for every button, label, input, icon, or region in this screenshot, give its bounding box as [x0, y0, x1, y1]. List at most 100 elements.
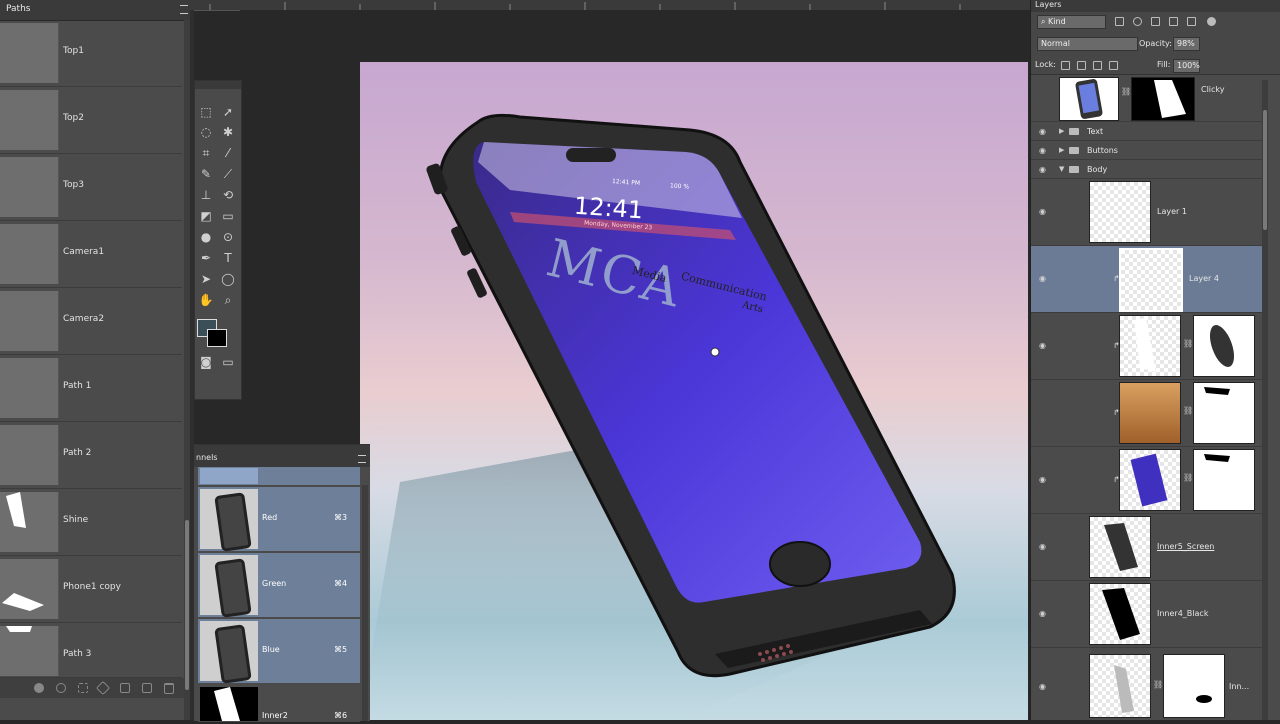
path-item-top3[interactable]: Top3 — [0, 154, 182, 221]
screen-mode-icon[interactable]: ▭ — [219, 353, 237, 371]
blend-mode-select[interactable]: Normal — [1037, 37, 1138, 51]
shape-tool-icon[interactable]: ◯ — [219, 270, 237, 288]
layers-tab[interactable]: Layers — [1035, 0, 1061, 9]
new-path-icon[interactable] — [142, 683, 152, 693]
type-tool-icon[interactable]: T — [219, 249, 237, 267]
layers-scrollbar[interactable] — [1262, 80, 1268, 720]
panel-menu-icon[interactable] — [358, 455, 366, 463]
move-tool-icon[interactable]: ➚ — [219, 103, 237, 121]
filter-adjustment-icon[interactable] — [1133, 17, 1142, 26]
path-item-path1[interactable]: Path 1 — [0, 355, 182, 422]
layer-row-layer4[interactable]: ◉ ↱ Layer 4 — [1031, 246, 1263, 313]
link-icon[interactable]: ⛓ — [1153, 680, 1163, 689]
visibility-eye-icon[interactable]: ◉ — [1039, 542, 1049, 551]
document-canvas[interactable]: 12:41 PM 100 % 12:41 Monday, November 23… — [360, 62, 1028, 720]
crop-tool-icon[interactable]: ⌗ — [197, 144, 215, 162]
load-selection-icon[interactable] — [78, 683, 88, 693]
clone-stamp-icon[interactable]: ⊥ — [197, 186, 215, 204]
filter-pixel-icon[interactable] — [1115, 17, 1124, 26]
opacity-input[interactable]: 98% — [1173, 37, 1200, 51]
trash-icon[interactable] — [164, 683, 174, 694]
collapse-triangle-icon[interactable]: ▼ — [1059, 165, 1064, 173]
channel-row-composite[interactable] — [198, 467, 360, 486]
visibility-eye-icon[interactable]: ◉ — [1039, 682, 1049, 691]
visibility-eye-icon[interactable]: ◉ — [1039, 609, 1049, 618]
make-path-icon[interactable] — [95, 680, 111, 696]
layer-row-layer1[interactable]: ◉ Layer 1 — [1031, 179, 1263, 246]
layer-row-masked-2[interactable]: ↱ ⛓ — [1031, 380, 1263, 447]
path-item-camera2[interactable]: Camera2 — [0, 288, 182, 355]
background-color-swatch[interactable] — [207, 329, 227, 347]
panel-menu-icon[interactable] — [180, 5, 188, 14]
expand-triangle-icon[interactable]: ▶ — [1059, 146, 1064, 154]
blur-tool-icon[interactable]: ● — [197, 228, 215, 246]
gradient-tool-icon[interactable]: ▭ — [219, 207, 237, 225]
lock-transparency-icon[interactable] — [1061, 61, 1070, 70]
channel-row-inner2[interactable]: Inner2 ⌘6 — [198, 685, 360, 722]
visibility-eye-icon[interactable]: ◉ — [1039, 207, 1049, 216]
path-item-path2[interactable]: Path 2 — [0, 422, 182, 489]
visibility-eye-icon[interactable]: ◉ — [1039, 165, 1049, 174]
magic-wand-icon[interactable]: ✱ — [219, 123, 237, 141]
expand-triangle-icon[interactable]: ▶ — [1059, 127, 1064, 135]
lock-all-icon[interactable] — [1109, 61, 1118, 70]
quick-mask-icon[interactable]: ◙ — [197, 353, 215, 371]
channels-tab[interactable]: nnels — [194, 453, 219, 462]
scroll-thumb[interactable] — [185, 520, 189, 690]
layer-row-clicky[interactable]: ⛓ Clicky — [1031, 75, 1263, 122]
marquee-tool-icon[interactable]: ⬚ — [197, 103, 215, 121]
layer-row-masked-3[interactable]: ◉ ↱ ⛓ — [1031, 447, 1263, 514]
path-item-camera1[interactable]: Camera1 — [0, 221, 182, 288]
visibility-eye-icon[interactable]: ◉ — [1039, 341, 1049, 350]
link-icon[interactable]: ⛓ — [1183, 339, 1193, 348]
stroke-path-icon[interactable] — [56, 683, 66, 693]
lock-pixels-icon[interactable] — [1077, 61, 1086, 70]
healing-brush-icon[interactable]: ✎ — [197, 165, 215, 183]
filter-type-icon[interactable] — [1151, 17, 1160, 26]
channel-row-blue[interactable]: Blue ⌘5 — [198, 619, 360, 684]
visibility-eye-icon[interactable]: ◉ — [1039, 475, 1049, 484]
path-selection-icon[interactable]: ➤ — [197, 270, 215, 288]
eraser-tool-icon[interactable]: ◩ — [197, 207, 215, 225]
path-item-top1[interactable]: Top1 — [0, 20, 182, 87]
filter-toggle-icon[interactable] — [1207, 17, 1216, 26]
visibility-eye-icon[interactable]: ◉ — [1039, 274, 1049, 283]
eyedropper-icon[interactable]: ⁄ — [219, 144, 237, 162]
fill-path-icon[interactable] — [34, 683, 44, 693]
link-icon[interactable]: ⛓ — [1121, 87, 1131, 96]
visibility-eye-icon[interactable]: ◉ — [1039, 127, 1049, 136]
scroll-thumb[interactable] — [1263, 110, 1267, 230]
dodge-tool-icon[interactable]: ⊙ — [219, 228, 237, 246]
link-icon[interactable]: ⛓ — [1183, 406, 1193, 415]
tools-grip[interactable] — [195, 81, 241, 89]
layer-row-masked-1[interactable]: ◉ ↱ ⛓ — [1031, 313, 1263, 380]
zoom-tool-icon[interactable]: ⌕ — [219, 291, 237, 309]
layer-group-body[interactable]: ◉ ▼ Body — [1031, 160, 1263, 179]
paths-tab[interactable]: Paths — [0, 4, 36, 14]
history-brush-icon[interactable]: ⟲ — [219, 186, 237, 204]
filter-shape-icon[interactable] — [1169, 17, 1178, 26]
pen-tool-icon[interactable]: ✒ — [197, 249, 215, 267]
brush-tool-icon[interactable]: ⟋ — [219, 165, 237, 183]
layer-group-text[interactable]: ◉ ▶ Text — [1031, 122, 1263, 141]
layer-row-inner4-black[interactable]: ◉ Inner4_Black — [1031, 581, 1263, 648]
layer-row-inner-partial[interactable]: ◉ ⛓ Inn... — [1031, 648, 1263, 720]
lock-position-icon[interactable] — [1093, 61, 1102, 70]
hand-tool-icon[interactable]: ✋ — [197, 291, 215, 309]
link-icon[interactable]: ⛓ — [1183, 473, 1193, 482]
path-item-top2[interactable]: Top2 — [0, 87, 182, 154]
filter-kind-select[interactable]: ⌕ Kind — [1037, 15, 1106, 29]
layer-group-buttons[interactable]: ◉ ▶ Buttons — [1031, 141, 1263, 160]
fill-input[interactable]: 100% — [1173, 59, 1200, 73]
channel-row-red[interactable]: Red ⌘3 — [198, 487, 360, 552]
path-item-path3[interactable]: Path 3 — [0, 623, 182, 678]
channels-scrollbar[interactable] — [362, 485, 368, 721]
channel-row-green[interactable]: Green ⌘4 — [198, 553, 360, 618]
add-mask-icon[interactable] — [120, 683, 130, 693]
layer-row-inner5-screen[interactable]: ◉ Inner5_Screen — [1031, 514, 1263, 581]
path-item-shine[interactable]: Shine — [0, 489, 182, 556]
visibility-eye-icon[interactable]: ◉ — [1039, 146, 1049, 155]
lasso-tool-icon[interactable]: ◌ — [197, 123, 215, 141]
path-item-phone1-copy[interactable]: Phone1 copy — [0, 556, 182, 623]
filter-smart-object-icon[interactable] — [1187, 17, 1196, 26]
